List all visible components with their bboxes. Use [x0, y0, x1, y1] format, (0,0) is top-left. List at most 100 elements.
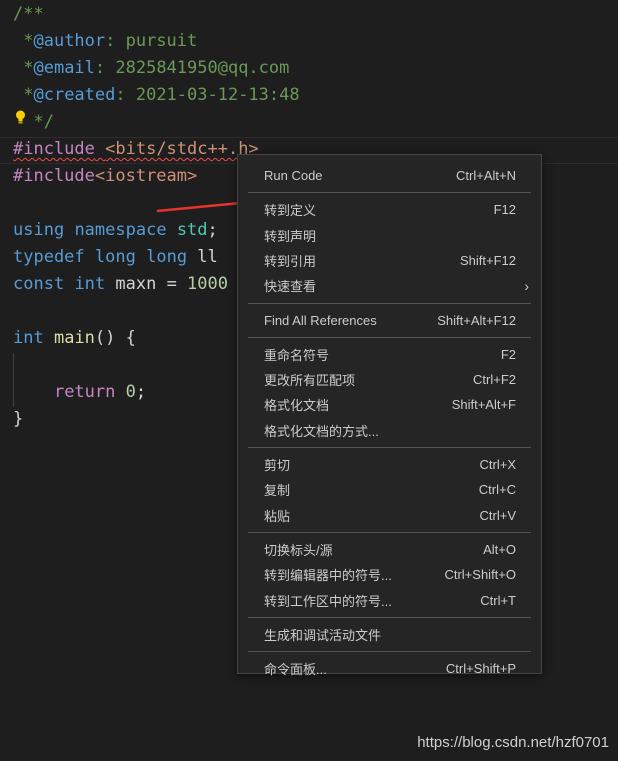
code-token: int — [74, 274, 106, 294]
code-line[interactable]: const int maxn = 1000 — [13, 271, 228, 298]
menu-item-shortcut: Ctrl+T — [480, 592, 516, 608]
menu-separator — [248, 447, 531, 448]
menu-item[interactable]: 复制 Ctrl+C — [238, 477, 541, 502]
code-line[interactable]: } — [13, 406, 23, 433]
code-token: const — [13, 274, 65, 294]
code-token: ; — [135, 382, 147, 402]
menu-item-label: 粘贴 — [264, 508, 291, 524]
code-line[interactable]: *@created: 2021-03-12-13:48 — [13, 82, 299, 109]
code-token: using — [13, 220, 65, 240]
menu-item-shortcut: Alt+O — [483, 541, 516, 557]
menu-item[interactable]: 更改所有匹配项 Ctrl+F2 — [238, 367, 541, 392]
code-token: <iostream> — [94, 166, 198, 186]
code-token: #include — [13, 139, 95, 159]
menu-item[interactable]: Run Code Ctrl+Alt+N — [238, 163, 541, 188]
code-line[interactable]: /** — [13, 1, 44, 28]
menu-separator — [248, 302, 531, 304]
code-token: maxn = — [105, 274, 188, 294]
menu-item-shortcut: Ctrl+X — [479, 457, 516, 472]
code-line[interactable]: return 0; — [13, 379, 146, 406]
menu-separator — [248, 336, 531, 338]
code-token: return — [53, 382, 116, 402]
code-token: ; — [207, 220, 218, 240]
code-line[interactable]: using namespace std; — [13, 217, 218, 244]
code-token: } — [13, 409, 24, 429]
code-token: 1000 — [187, 274, 228, 294]
menu-item[interactable]: 格式化文档 Shift+Alt+F — [238, 392, 541, 417]
menu-item-label: 转到工作区中的符号... — [264, 593, 392, 609]
menu-item-label: 转到定义 — [264, 203, 317, 219]
menu-item-label: 重命名符号 — [264, 347, 330, 363]
code-token: #include — [13, 166, 95, 186]
code-token: int — [13, 328, 44, 348]
code-token: : pursuit — [105, 31, 198, 51]
menu-item-shortcut: F2 — [500, 346, 516, 362]
menu-item-label: Run Code — [264, 168, 323, 183]
menu-item-label: 格式化文档的方式... — [264, 423, 379, 439]
menu-item-shortcut: Ctrl+V — [479, 507, 516, 523]
code-token: main — [53, 328, 95, 348]
menu-item[interactable]: 粘贴 Ctrl+V — [238, 503, 541, 528]
code-token: () { — [94, 328, 136, 348]
menu-item-shortcut: F12 — [493, 202, 516, 218]
menu-item-label: 命令面板... — [264, 662, 327, 678]
code-line[interactable]: *@email: 2825841950@qq.com — [13, 55, 289, 82]
code-token: <bits/stdc++.h> — [105, 139, 259, 159]
menu-item[interactable]: 快速查看 › — [238, 273, 541, 298]
menu-item-shortcut: Shift+Alt+F — [451, 397, 516, 413]
menu-item[interactable]: 重命名符号 F2 — [238, 342, 541, 367]
code-token: /** — [13, 4, 44, 24]
menu-item[interactable]: 转到引用 Shift+F12 — [238, 248, 541, 273]
code-token: * — [13, 85, 34, 105]
code-line[interactable]: #include<iostream> — [13, 163, 197, 190]
code-token: : 2825841950@qq.com — [94, 58, 290, 78]
menu-item[interactable]: 命令面板... Ctrl+Shift+P — [238, 656, 541, 681]
menu-item-shortcut: Shift+F12 — [459, 252, 516, 268]
menu-item[interactable]: 转到定义 F12 — [238, 197, 541, 222]
menu-item[interactable]: 切换标头/源 Alt+O — [238, 537, 541, 562]
lightbulb-icon[interactable] — [15, 110, 26, 124]
menu-item[interactable]: 格式化文档的方式... — [238, 418, 541, 443]
code-line[interactable]: *@author: pursuit — [13, 28, 197, 55]
menu-separator — [248, 531, 531, 533]
menu-item-shortcut: Ctrl+Alt+N — [456, 168, 516, 183]
code-token: * — [13, 31, 34, 51]
menu-separator — [248, 616, 531, 618]
menu-item[interactable]: 转到声明 — [238, 223, 541, 248]
menu-item-label: 转到编辑器中的符号... — [264, 568, 392, 584]
menu-item-shortcut: Ctrl+F2 — [473, 372, 516, 388]
code-token: namespace — [74, 220, 167, 240]
menu-item-label: 复制 — [264, 483, 291, 499]
menu-item[interactable]: 转到工作区中的符号... Ctrl+T — [238, 588, 541, 613]
menu-separator — [248, 192, 531, 194]
menu-item-shortcut: Ctrl+Shift+P — [445, 661, 516, 677]
menu-item-label: 剪切 — [264, 458, 291, 473]
menu-item-label: 更改所有匹配项 — [264, 373, 356, 389]
menu-item[interactable]: 剪切 Ctrl+X — [238, 452, 541, 477]
menu-item[interactable]: 转到编辑器中的符号... Ctrl+Shift+O — [238, 562, 541, 587]
code-token: std — [176, 220, 208, 240]
code-line[interactable]: #include <bits/stdc++.h> — [13, 136, 259, 163]
menu-item-shortcut: Ctrl+C — [478, 482, 516, 498]
code-token: 0 — [125, 382, 136, 402]
watermark: https://blog.csdn.net/hzf0701 — [417, 734, 609, 751]
code-line[interactable]: int main() { — [13, 325, 136, 352]
menu-item-label: 切换标头/源 — [264, 542, 333, 558]
menu-item-label: 快速查看 — [264, 279, 317, 295]
menu-item[interactable]: 生成和调试活动文件 — [238, 622, 541, 647]
menu-item-label: Find All References — [264, 312, 377, 328]
code-token: long — [94, 247, 136, 267]
context-menu: Run Code Ctrl+Alt+N 转到定义 F12 转到声明 转到引用 Shift+F… — [237, 154, 542, 677]
code-token: ll — [187, 247, 218, 267]
code-token: * — [13, 58, 34, 78]
menu-item-shortcut: Shift+Alt+F12 — [437, 312, 516, 328]
code-token: @created — [33, 85, 116, 105]
menu-item[interactable]: Find All References Shift+Alt+F12 — [238, 308, 541, 333]
code-line[interactable]: typedef long long ll — [13, 244, 218, 271]
